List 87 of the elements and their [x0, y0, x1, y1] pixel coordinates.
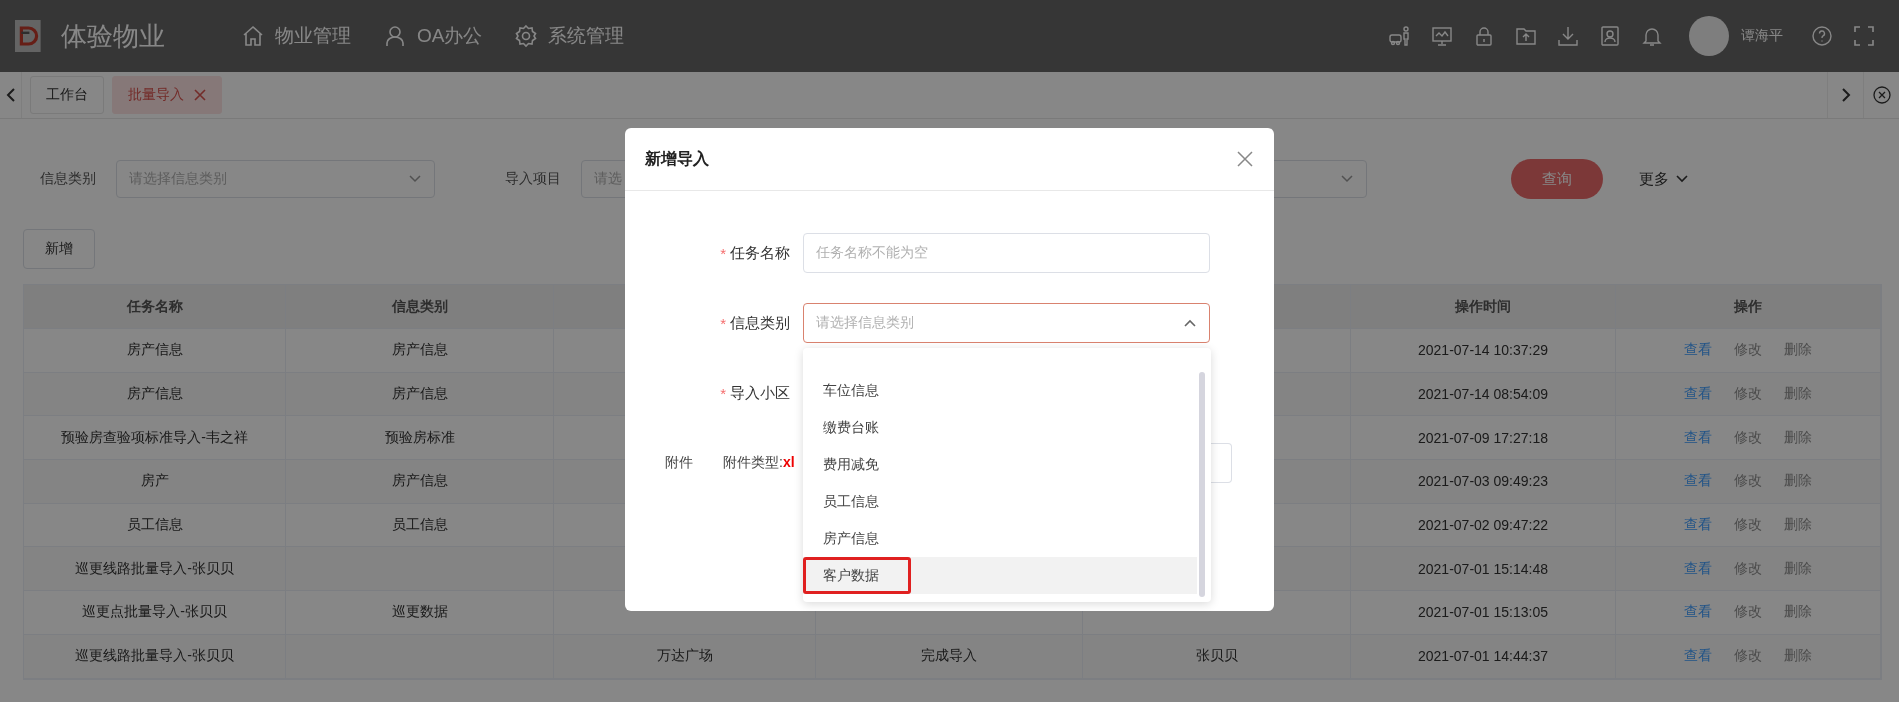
column-header: 任务名称 [126, 297, 183, 316]
brand-title: 体验物业 [61, 19, 165, 53]
close-icon[interactable] [194, 89, 206, 101]
nav-link[interactable]: OA办公 [383, 23, 483, 49]
table-cell: 2021-07-01 14:44:37 [1418, 648, 1548, 665]
field-label: 导入小区 [730, 383, 790, 403]
table-cell: 2021-07-01 15:14:48 [1418, 560, 1548, 577]
avatar[interactable] [1689, 16, 1729, 56]
table-cell: 巡更线路批量导入-张贝贝 [75, 647, 234, 666]
help-icon[interactable] [1811, 25, 1833, 47]
select-field[interactable]: 请选择信息类别 [803, 303, 1210, 343]
nav-link[interactable]: 系统管理 [514, 23, 625, 49]
filter-label: 信息类别 [40, 170, 97, 188]
table-cell: 房产信息 [391, 472, 448, 491]
dropdown-option[interactable]: 员工信息 [803, 483, 1197, 520]
attachment-label: 附件 [665, 454, 694, 472]
add-button[interactable]: 新增 [23, 229, 95, 269]
dialog-title: 新增导入 [645, 148, 709, 169]
folder-upload-icon[interactable] [1515, 25, 1537, 47]
house-icon [241, 24, 265, 48]
action-link[interactable]: 查看 [1684, 647, 1712, 666]
column-header: 操作时间 [1455, 297, 1511, 316]
chevron-left-icon [5, 87, 16, 103]
table-cell: 房产信息 [391, 385, 448, 404]
table-cell: 2021-07-14 08:54:09 [1418, 386, 1548, 403]
chevron-down-icon [408, 174, 422, 184]
bell-icon[interactable] [1641, 25, 1663, 47]
person-icon [383, 24, 407, 48]
dropdown-option[interactable]: 客户数据 [803, 557, 1197, 594]
filter-label: 导入项目 [505, 170, 562, 188]
table-cell: 巡更点批量导入-张贝贝 [82, 603, 227, 622]
more-button[interactable]: 更多 [1633, 168, 1695, 190]
table-cell: 房产信息 [391, 341, 448, 360]
dropdown-option[interactable]: 费用减免 [803, 446, 1197, 483]
table-cell: 2021-07-03 09:49:23 [1418, 473, 1548, 490]
action-link[interactable]: 查看 [1684, 385, 1712, 404]
table-cell: 万达广场 [656, 647, 713, 666]
chevron-right-icon [1840, 87, 1851, 103]
table-cell: 员工信息 [391, 516, 448, 535]
field-label: 任务名称 [730, 243, 790, 263]
table-cell: 房产信息 [126, 341, 183, 360]
monitor-icon[interactable] [1431, 25, 1453, 47]
table-cell: 完成导入 [921, 647, 977, 666]
close-circle-icon [1872, 86, 1891, 104]
table-cell: 预验房标准 [384, 428, 455, 447]
chevron-down-icon [1340, 174, 1354, 184]
user-name[interactable]: 谭海平 [1741, 27, 1783, 45]
table-cell: 房产信息 [126, 385, 183, 404]
required-asterisk: * [720, 314, 726, 332]
table-cell: 2021-07-14 10:37:29 [1418, 342, 1548, 359]
attachment-type-text: 附件类型:xl [723, 454, 795, 472]
table-cell: 巡更线路批量导入-张贝贝 [75, 559, 234, 578]
download-icon[interactable] [1557, 25, 1579, 47]
action-link[interactable]: 查看 [1684, 428, 1712, 447]
required-asterisk: * [720, 384, 726, 402]
input-field[interactable]: 任务名称不能为空 [803, 233, 1210, 273]
table-cell: 员工信息 [126, 516, 183, 535]
tab[interactable]: 批量导入 [112, 76, 222, 114]
column-header: 信息类别 [391, 297, 448, 316]
table-cell: 张贝贝 [1195, 647, 1238, 666]
close-icon[interactable] [1236, 150, 1254, 168]
table-cell: 2021-07-02 09:47:22 [1418, 517, 1548, 534]
action-link[interactable]: 查看 [1684, 472, 1712, 491]
nav-link[interactable]: 物业管理 [241, 23, 351, 49]
table-cell: 房产 [140, 472, 169, 491]
field-label: 信息类别 [730, 313, 790, 333]
fullscreen-icon[interactable] [1853, 25, 1875, 47]
settings-icon [514, 24, 539, 48]
contact-card-icon[interactable] [1599, 25, 1621, 47]
action-link[interactable]: 查看 [1684, 516, 1712, 535]
car-person-icon[interactable] [1389, 25, 1411, 47]
dropdown-option[interactable]: 车位信息 [803, 372, 1197, 409]
action-link[interactable]: 查看 [1684, 559, 1712, 578]
tab[interactable]: 工作台 [30, 76, 104, 114]
column-header: 操作 [1734, 297, 1762, 316]
action-link[interactable]: 查看 [1684, 603, 1712, 622]
dropdown-option[interactable]: 缴费台账 [803, 409, 1197, 446]
query-button[interactable]: 查询 [1511, 159, 1603, 199]
lock-icon[interactable] [1473, 25, 1495, 47]
action-link[interactable]: 查看 [1684, 341, 1712, 360]
table-cell: 预验房查验项标准导入-韦之祥 [61, 428, 248, 447]
chevron-down-icon [1675, 174, 1689, 184]
required-asterisk: * [720, 244, 726, 262]
table-cell: 2021-07-01 15:13:05 [1418, 604, 1548, 621]
dropdown-option[interactable]: 房产信息 [803, 520, 1197, 557]
table-cell: 2021-07-09 17:27:18 [1418, 429, 1548, 446]
table-cell: 巡更数据 [391, 603, 448, 622]
